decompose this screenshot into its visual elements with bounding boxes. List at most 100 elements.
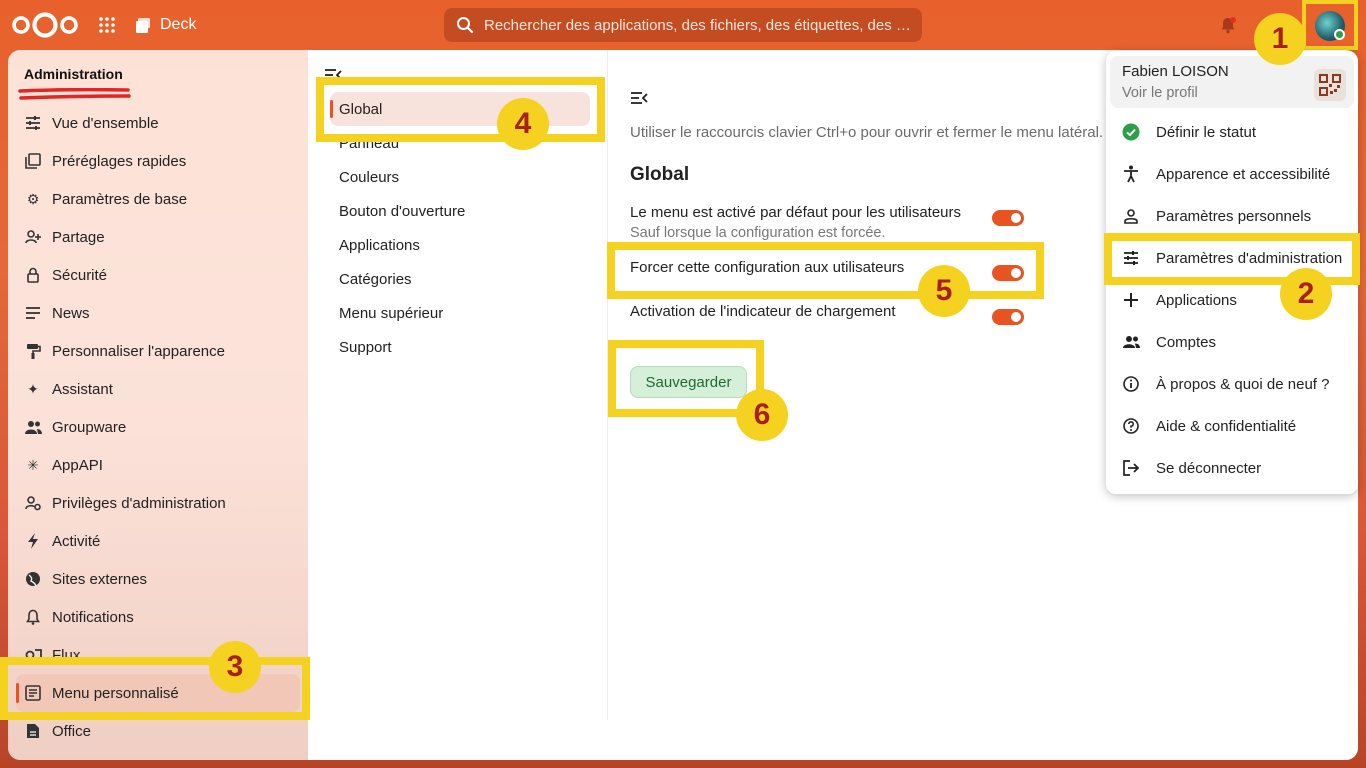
logout-icon <box>1122 459 1140 477</box>
settings-subnav: Global Panneau Couleurs Bouton d'ouvertu… <box>308 50 608 720</box>
notifications-bell-icon[interactable] <box>1219 16 1237 34</box>
subnav-item-menu-superieur[interactable]: Menu supérieur <box>330 296 590 330</box>
menu-item-about[interactable]: À propos & quoi de neuf ? <box>1106 363 1358 405</box>
menu-item-set-status[interactable]: Définir le statut <box>1106 111 1358 153</box>
sidebar-item-label: Préréglages rapides <box>52 152 187 170</box>
gear-icon: ⚙ <box>26 190 40 207</box>
sidebar-item-label: Partage <box>52 228 105 246</box>
sidebar-item-label: Sites externes <box>52 570 148 588</box>
sidebar-item-label: AppAPI <box>52 456 103 474</box>
menu-item-label: Comptes <box>1156 333 1217 351</box>
presets-icon <box>24 152 42 170</box>
annotation-number-4: 4 <box>497 98 549 150</box>
sidebar-item-partage[interactable]: Partage <box>16 218 300 256</box>
sidebar-item-label: Vue d'ensemble <box>52 114 159 132</box>
subnav-item-categories[interactable]: Catégories <box>330 262 590 296</box>
view-profile-link[interactable]: Voir le profil <box>1122 85 1198 101</box>
setting-label: Activation de l'indicateur de chargement <box>630 303 896 320</box>
search-icon <box>457 17 474 34</box>
loading-indicator-toggle[interactable] <box>992 309 1024 325</box>
annotation-number-2: 2 <box>1280 268 1332 320</box>
sidebar-item-label: Groupware <box>52 418 127 436</box>
menu-item-label: Définir le statut <box>1156 123 1257 141</box>
menu-enabled-toggle[interactable] <box>992 210 1024 226</box>
accounts-icon <box>1122 333 1140 351</box>
sidebar-item-parametres-base[interactable]: ⚙ Paramètres de base <box>16 180 300 218</box>
top-bar: Deck Rechercher des applications, des fi… <box>0 0 1366 50</box>
sidebar-item-preglages[interactable]: Préréglages rapides <box>16 142 300 180</box>
plus-icon <box>1122 291 1140 309</box>
sidebar-item-label: Paramètres de base <box>52 190 188 208</box>
nextcloud-logo[interactable] <box>12 12 78 38</box>
side-menu-toggle-icon[interactable] <box>630 91 648 105</box>
menu-item-label: À propos & quoi de neuf ? <box>1156 375 1330 393</box>
sidebar-item-vue-ensemble[interactable]: Vue d'ensemble <box>16 104 300 142</box>
sidebar-item-label: Notifications <box>52 608 134 626</box>
unified-search-input[interactable]: Rechercher des applications, des fichier… <box>444 8 922 42</box>
globe-icon <box>24 570 42 588</box>
deck-icon <box>136 17 150 33</box>
highlight-box-force-config <box>607 242 1044 299</box>
annotation-number-3: 3 <box>209 641 261 693</box>
profile-card[interactable]: Fabien LOISON Voir le profil <box>1110 56 1354 108</box>
menu-item-help[interactable]: Aide & confidentialité <box>1106 405 1358 447</box>
subnav-item-label: Bouton d'ouverture <box>339 202 466 220</box>
sidebar-item-assistant[interactable]: ✦ Assistant <box>16 370 300 408</box>
sidebar-item-label: News <box>52 304 90 322</box>
subnav-item-bouton-ouverture[interactable]: Bouton d'ouverture <box>330 194 590 228</box>
subnav-item-applications[interactable]: Applications <box>330 228 590 262</box>
lightning-icon <box>24 532 42 550</box>
menu-item-appearance[interactable]: Apparence et accessibilité <box>1106 153 1358 195</box>
subnav-item-couleurs[interactable]: Couleurs <box>330 160 590 194</box>
app-menu-grid-icon[interactable] <box>97 15 117 35</box>
user-icon <box>1122 207 1140 225</box>
menu-item-logout[interactable]: Se déconnecter <box>1106 447 1358 489</box>
search-placeholder: Rechercher des applications, des fichier… <box>484 16 911 34</box>
accessibility-icon <box>1122 165 1140 183</box>
section-title: Global <box>630 164 690 185</box>
menu-item-personal-settings[interactable]: Paramètres personnels <box>1106 195 1358 237</box>
annotation-number-1: 1 <box>1254 13 1306 65</box>
sidebar-item-securite[interactable]: Sécurité <box>16 256 300 294</box>
red-underline-mark <box>18 88 131 100</box>
share-icon <box>24 228 42 246</box>
people-icon <box>24 418 42 436</box>
status-check-icon <box>1122 123 1140 141</box>
sidebar-item-sites-externes[interactable]: Sites externes <box>16 560 300 598</box>
admin-privileges-icon <box>24 494 42 512</box>
sliders-icon <box>24 114 42 132</box>
subnav-item-label: Menu supérieur <box>339 304 444 322</box>
highlight-box-custom-menu <box>0 657 310 720</box>
deck-app-link[interactable]: Deck <box>135 14 196 36</box>
sidebar-item-appapi[interactable]: ✳ AppAPI <box>16 446 300 484</box>
qr-code-icon[interactable] <box>1314 69 1346 101</box>
sidebar-item-groupware[interactable]: Groupware <box>16 408 300 446</box>
menu-item-label: Paramètres personnels <box>1156 207 1312 225</box>
sidebar-item-privileges-admin[interactable]: Privilèges d'administration <box>16 484 300 522</box>
lock-icon <box>24 266 42 284</box>
sidebar-item-news[interactable]: News <box>16 294 300 332</box>
sidebar-item-label: Sécurité <box>52 266 108 284</box>
subnav-item-label: Couleurs <box>339 168 400 186</box>
user-name: Fabien LOISON <box>1122 63 1229 80</box>
subnav-item-support[interactable]: Support <box>330 330 590 364</box>
news-icon <box>24 304 42 322</box>
user-menu-trigger-highlight[interactable] <box>1302 0 1358 50</box>
subnav-item-label: Support <box>339 338 392 356</box>
setting-label: Le menu est activé par défaut pour les u… <box>630 204 962 221</box>
menu-item-accounts[interactable]: Comptes <box>1106 321 1358 363</box>
annotation-number-6: 6 <box>736 389 788 441</box>
setting-loading-indicator: Activation de l'indicateur de chargement <box>630 303 1025 325</box>
setting-sublabel: Sauf lorsque la configuration est forcée… <box>630 225 886 241</box>
sidebar-item-activite[interactable]: Activité <box>16 522 300 560</box>
sidebar-item-notifications[interactable]: Notifications <box>16 598 300 636</box>
menu-item-label: Aide & confidentialité <box>1156 417 1297 435</box>
document-icon <box>24 722 42 740</box>
annotation-number-5: 5 <box>918 265 970 317</box>
sparkle-icon: ✦ <box>27 380 39 397</box>
sidebar-item-personnaliser-apparence[interactable]: Personnaliser l'apparence <box>16 332 300 370</box>
sidebar-item-label: Assistant <box>52 380 113 398</box>
menu-item-label: Applications <box>1156 291 1237 309</box>
sidebar-item-label: Activité <box>52 532 101 550</box>
keyboard-shortcut-hint: Utiliser le raccourcis clavier Ctrl+o po… <box>630 124 1104 141</box>
